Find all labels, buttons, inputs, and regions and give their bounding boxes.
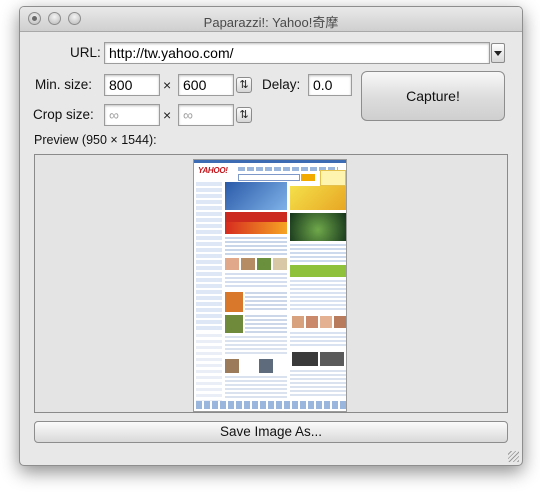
thumb-promo-red: [225, 212, 287, 222]
capture-button[interactable]: Capture!: [361, 71, 505, 121]
thumb-logo: YAHOO!: [198, 166, 228, 175]
thumb-img6: [225, 315, 243, 333]
thumb-weather: [320, 170, 346, 186]
crop-height-field[interactable]: ∞: [178, 104, 234, 126]
crop-size-times: ×: [163, 107, 172, 123]
thumb-face3: [320, 316, 332, 328]
thumb-face2: [306, 316, 318, 328]
preview-pane: YAHOO!: [34, 154, 508, 413]
thumb-video: [290, 213, 346, 241]
url-history-dropdown[interactable]: [491, 43, 505, 63]
resize-grip-icon[interactable]: [508, 451, 519, 462]
thumb-face4: [334, 316, 346, 328]
thumb-list5: [225, 376, 287, 398]
preview-thumbnail: YAHOO!: [193, 159, 347, 412]
thumb-sidebar-2: [196, 334, 222, 404]
thumb-right-list2: [290, 280, 346, 310]
crop-size-label: Crop size:: [33, 107, 94, 122]
title-bar: Paparazzi!: Yahoo!奇摩: [20, 7, 522, 32]
thumb-img7: [225, 359, 239, 373]
window-title: Paparazzi!: Yahoo!奇摩: [203, 15, 339, 30]
thumb-list4: [225, 336, 287, 356]
thumb-list3: [245, 315, 287, 333]
thumb-img8: [259, 359, 273, 373]
thumb-face1: [292, 316, 304, 328]
thumb-img2: [241, 258, 255, 270]
thumb-sidebar: [196, 182, 222, 332]
delay-field[interactable]: 0.0: [308, 74, 352, 96]
thumb-right-list4: [290, 370, 346, 398]
url-field[interactable]: http://tw.yahoo.com/: [104, 42, 490, 64]
app-window: Paparazzi!: Yahoo!奇摩 URL: http://tw.yaho…: [19, 6, 523, 466]
thumb-list: [225, 273, 287, 289]
min-size-times: ×: [163, 77, 172, 93]
min-size-label: Min. size:: [35, 77, 93, 92]
save-image-as-button[interactable]: Save Image As...: [34, 421, 508, 443]
thumb-search: [238, 174, 300, 181]
min-height-field[interactable]: 600: [178, 74, 234, 96]
preview-label: Preview (950 × 1544):: [34, 133, 157, 147]
thumb-ad-green: [290, 265, 346, 277]
url-value: http://tw.yahoo.com/: [109, 45, 234, 61]
thumb-topbar: [194, 160, 346, 163]
thumb-right-list: [290, 244, 346, 262]
min-width-field[interactable]: 800: [104, 74, 160, 96]
thumb-footer: [196, 401, 346, 409]
thumb-img4: [273, 258, 287, 270]
url-label: URL:: [70, 45, 101, 60]
thumb-img5: [225, 292, 243, 312]
thumb-camera1: [292, 352, 318, 366]
thumb-promo: [225, 222, 287, 234]
thumb-img3: [257, 258, 271, 270]
thumb-camera2: [320, 352, 344, 366]
delay-label: Delay:: [262, 77, 301, 92]
thumb-search-btn: [301, 174, 315, 181]
thumb-list2: [245, 292, 287, 312]
swap-icon[interactable]: ⇅: [236, 77, 252, 93]
thumb-right-list3: [290, 332, 346, 348]
swap-icon[interactable]: ⇅: [236, 107, 252, 123]
thumb-img1: [225, 258, 239, 270]
thumb-news: [225, 237, 287, 255]
thumb-ad-yellow: [290, 186, 346, 210]
crop-width-field[interactable]: ∞: [104, 104, 160, 126]
thumb-banner: [225, 182, 287, 210]
